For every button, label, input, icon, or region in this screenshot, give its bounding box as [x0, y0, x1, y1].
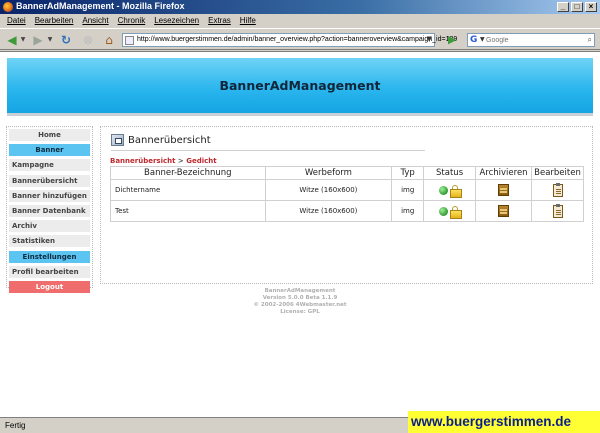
home-icon[interactable]: ⌂ — [101, 33, 117, 47]
banner-status-cell — [423, 179, 477, 201]
breadcrumb-banneruebersicht[interactable]: Bannerübersicht — [110, 157, 175, 165]
navigation-toolbar: ◀ ▼ ▶ ▼ ↻ ⊗ ⌂ http://www.buergerstimmen.… — [0, 28, 600, 50]
sidebar-item-profil-bearbeiten[interactable]: Profil bearbeiten — [9, 265, 90, 278]
lock-icon[interactable] — [450, 184, 463, 198]
site-banner: BannerAdManagement — [7, 58, 593, 116]
table-row: Test Witze (160x600) img — [110, 200, 584, 222]
reload-icon[interactable]: ↻ — [58, 33, 74, 47]
menu-chronik[interactable]: Chronik — [118, 14, 146, 28]
search-engine-dropdown-icon[interactable]: ▼ — [480, 36, 485, 43]
url-text[interactable]: http://www.buergerstimmen.de/admin/banne… — [137, 36, 457, 43]
back-arrow-icon[interactable]: ◀ — [4, 33, 20, 47]
table-row: Dichtername Witze (160x600) img — [110, 179, 584, 201]
menu-bearbeiten[interactable]: Bearbeiten — [35, 14, 74, 28]
banner-name-cell: Test — [110, 200, 266, 222]
banner-format-cell: Witze (160x600) — [264, 179, 393, 201]
green-dot-icon[interactable] — [439, 206, 449, 216]
search-input[interactable] — [486, 35, 578, 45]
menu-extras[interactable]: Extras — [208, 14, 231, 28]
banner-type-cell: img — [391, 179, 425, 201]
url-dropdown-icon[interactable]: ▼ — [427, 35, 432, 43]
footer-version: Version 5.0.0 Beta 1.1.9 — [262, 295, 338, 301]
sidebar-item-archiv[interactable]: Archiv — [9, 220, 90, 233]
col-header-bearbeiten: Bearbeiten — [531, 166, 584, 180]
sidebar-item-kampagne[interactable]: Kampagne — [9, 159, 90, 172]
maximize-button[interactable]: □ — [571, 2, 583, 12]
banner-status-cell — [423, 200, 477, 222]
footer-license: License: GPL — [280, 309, 320, 315]
window-title: BannerAdManagement - Mozilla Firefox — [16, 1, 185, 11]
url-bar[interactable]: http://www.buergerstimmen.de/admin/banne… — [122, 33, 457, 47]
breadcrumb-separator: > — [177, 157, 184, 165]
page-title: Bannerübersicht — [128, 134, 211, 146]
firefox-icon — [3, 2, 13, 12]
banner-archive-cell — [475, 179, 532, 201]
sidebar-heading-einstellungen: Einstellungen — [9, 250, 90, 263]
archive-icon[interactable] — [498, 184, 510, 196]
sidebar-item-home[interactable]: Home — [9, 129, 90, 141]
banner-format-cell: Witze (160x600) — [264, 200, 393, 222]
google-icon[interactable]: G — [470, 35, 480, 45]
window-titlebar: BannerAdManagement - Mozilla Firefox _ □… — [0, 0, 600, 14]
sidebar-item-banner-hinzufuegen[interactable]: Banner hinzufügen — [9, 189, 90, 202]
menu-lesezeichen[interactable]: Lesezeichen — [154, 14, 199, 28]
sidebar-item-statistiken[interactable]: Statistiken — [9, 235, 90, 248]
menu-datei[interactable]: Datei — [7, 14, 26, 28]
banner-type-cell: img — [391, 200, 425, 222]
forward-history-dropdown-icon[interactable]: ▼ — [47, 33, 53, 47]
forward-arrow-icon[interactable]: ▶ — [30, 33, 46, 47]
main-panel: Bannerübersicht Bannerübersicht > Gedich… — [100, 126, 593, 284]
title-divider — [111, 150, 425, 151]
footer-app-name: BannerAdManagement — [264, 288, 336, 294]
col-header-status: Status — [423, 166, 477, 180]
logout-button[interactable]: Logout — [9, 280, 90, 293]
breadcrumb-gedicht[interactable]: Gedicht — [186, 157, 216, 165]
edit-icon[interactable] — [552, 203, 563, 218]
go-arrow-icon[interactable]: ▶ — [448, 34, 460, 46]
status-text: Fertig — [5, 421, 26, 430]
back-history-dropdown-icon[interactable]: ▼ — [20, 33, 26, 47]
edit-icon[interactable] — [552, 182, 563, 197]
watermark: www.buergerstimmen.de — [408, 411, 600, 433]
col-header-archivieren: Archivieren — [475, 166, 532, 180]
app-footer: BannerAdManagement Version 5.0.0 Beta 1.… — [200, 288, 400, 316]
sidebar-item-banner-datenbank[interactable]: Banner Datenbank — [9, 204, 90, 217]
page-favicon-icon — [125, 36, 134, 45]
menu-bar: Datei Bearbeiten Ansicht Chronik Lesezei… — [0, 14, 600, 28]
panel-header: Bannerübersicht — [111, 134, 211, 146]
banner-edit-cell — [531, 200, 584, 222]
green-dot-icon[interactable] — [439, 185, 449, 195]
footer-copyright: © 2002-2006 4Webmaster.net — [253, 302, 347, 308]
page-content: BannerAdManagement Home Banner Kampagne … — [0, 51, 600, 417]
banner-overview-icon — [111, 134, 124, 146]
sidebar-heading-banner: Banner — [9, 144, 90, 157]
search-box[interactable]: G ▼ ⌕ — [467, 33, 595, 47]
breadcrumb: Bannerübersicht > Gedicht — [110, 157, 217, 165]
close-button[interactable]: × — [585, 2, 597, 12]
table-header-row: Banner-Bezeichnung Werbeform Typ Status … — [110, 166, 584, 180]
sidebar-item-banneruebersicht[interactable]: Bannerübersicht — [9, 174, 90, 187]
col-header-werbeform: Werbeform — [264, 166, 393, 180]
site-title: BannerAdManagement — [219, 78, 381, 93]
banner-table: Banner-Bezeichnung Werbeform Typ Status … — [110, 166, 584, 222]
col-header-bezeichnung: Banner-Bezeichnung — [110, 166, 266, 180]
minimize-button[interactable]: _ — [557, 2, 569, 12]
menu-hilfe[interactable]: Hilfe — [240, 14, 256, 28]
banner-edit-cell — [531, 179, 584, 201]
banner-archive-cell — [475, 200, 532, 222]
lock-icon[interactable] — [450, 205, 463, 219]
stop-icon[interactable]: ⊗ — [80, 33, 96, 47]
banner-name-cell: Dichtername — [110, 179, 266, 201]
sidebar: Home Banner Kampagne Bannerübersicht Ban… — [6, 126, 93, 293]
col-header-typ: Typ — [391, 166, 425, 180]
menu-ansicht[interactable]: Ansicht — [82, 14, 108, 28]
search-icon[interactable]: ⌕ — [588, 35, 592, 45]
archive-icon[interactable] — [498, 205, 510, 217]
